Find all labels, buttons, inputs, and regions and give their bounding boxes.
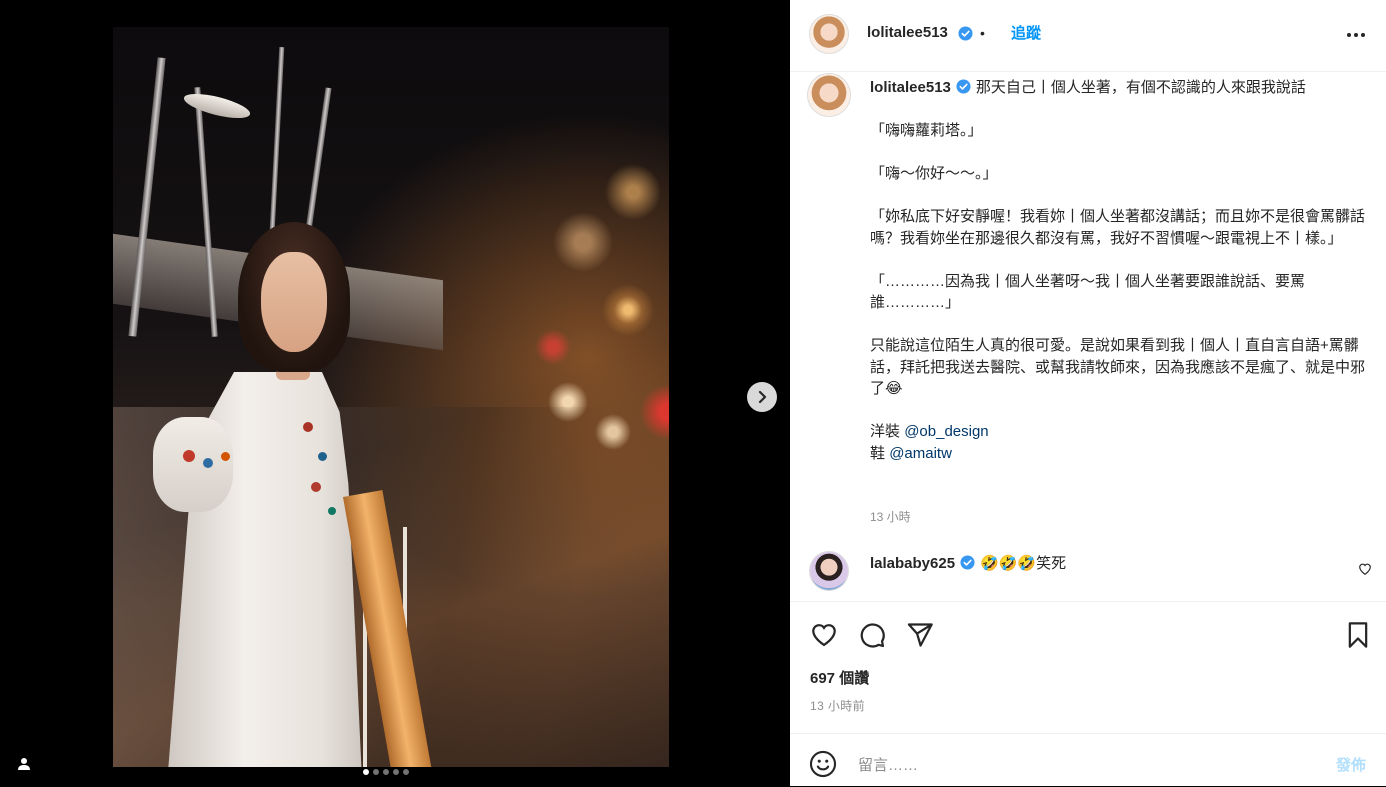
caption-first-line: 那天自己丨個人坐著，有個不認識的人來跟我說話 [975, 79, 1306, 96]
photo-embroidery [221, 452, 230, 461]
action-bar [790, 601, 1386, 666]
more-options-button[interactable] [1341, 24, 1371, 46]
photo-embroidery [328, 507, 336, 515]
add-comment-bar: 發佈 [790, 733, 1386, 787]
follow-button[interactable]: 追蹤 [1011, 22, 1041, 43]
tagged-users-button[interactable] [12, 752, 36, 776]
caption-avatar[interactable] [808, 74, 850, 116]
separator-dot: • [980, 25, 985, 41]
photo-dress-sleeve [153, 417, 233, 512]
dress-label: 洋裝 [870, 423, 901, 440]
user-tag-icon [18, 758, 30, 770]
username-link[interactable]: lolitalee513 [867, 24, 948, 41]
carousel-dot [383, 769, 389, 775]
post-details-pane: lolitalee513 • 追蹤 lolitalee513 那天自己丨個人坐著，… [790, 0, 1386, 786]
next-slide-button[interactable] [747, 382, 777, 412]
chevron-right-icon [758, 390, 767, 404]
heart-outline-icon [1359, 563, 1371, 575]
verified-badge-icon [956, 79, 971, 94]
likes-count[interactable]: 697 個讚 [810, 667, 869, 688]
heart-outline-icon [812, 624, 836, 647]
carousel-dot [393, 769, 399, 775]
share-button[interactable] [904, 619, 936, 651]
comment-input[interactable] [856, 748, 1300, 782]
carousel-indicator [363, 769, 409, 775]
mention-link[interactable]: @ob_design [904, 423, 988, 440]
photo-embroidery [318, 452, 327, 461]
avatar[interactable] [810, 15, 848, 53]
media-pane [0, 0, 790, 786]
caption: lolitalee513 那天自己丨個人坐著，有個不認識的人來跟我說話 「嗨嗨蘿莉… [870, 77, 1370, 464]
photo-embroidery [183, 450, 195, 462]
smiley-icon [809, 750, 837, 778]
carousel-dot [363, 769, 369, 775]
caption-timestamp[interactable]: 13 小時 [870, 508, 911, 525]
mention-link[interactable]: @amaitw [889, 445, 952, 462]
photo-embroidery [203, 458, 213, 468]
bookmark-icon [1348, 622, 1368, 648]
verified-badge-icon [958, 26, 973, 41]
photo-face [261, 252, 327, 352]
like-comment-button[interactable] [1356, 561, 1374, 579]
caption-body: 「嗨嗨蘿莉塔。」 「嗨～你好～～。」 「妳私底下好安靜喔！我看妳丨個人坐著都沒講… [870, 122, 1366, 397]
verified-badge-icon [960, 555, 975, 570]
post-photo[interactable] [113, 27, 669, 767]
comment-text: 🤣🤣🤣笑死 [980, 555, 1067, 572]
photo-embroidery [303, 422, 313, 432]
caption-username[interactable]: lolitalee513 [870, 79, 951, 96]
carousel-dot [403, 769, 409, 775]
comment-button[interactable] [856, 619, 888, 651]
like-button[interactable] [808, 619, 840, 651]
comment-bubble-icon [860, 623, 885, 648]
commenter-username[interactable]: lalababy625 [870, 555, 955, 572]
photo-embroidery [311, 482, 321, 492]
shoes-label: 鞋 [870, 444, 886, 462]
post-comment-button[interactable]: 發佈 [1336, 754, 1366, 775]
photo-lamp-head [181, 89, 253, 123]
save-button[interactable] [1342, 619, 1374, 651]
post-timestamp[interactable]: 13 小時前 [810, 697, 865, 714]
commenter-avatar[interactable] [810, 552, 848, 590]
post-header: lolitalee513 • 追蹤 [790, 0, 1386, 72]
emoji-picker-button[interactable] [808, 750, 838, 780]
comment: lalababy625 🤣🤣🤣笑死 [870, 552, 1066, 573]
more-horizontal-icon [1347, 33, 1365, 37]
comments-area[interactable]: lolitalee513 那天自己丨個人坐著，有個不認識的人來跟我說話 「嗨嗨蘿莉… [790, 71, 1386, 601]
carousel-dot [373, 769, 379, 775]
paper-plane-icon [907, 623, 933, 647]
